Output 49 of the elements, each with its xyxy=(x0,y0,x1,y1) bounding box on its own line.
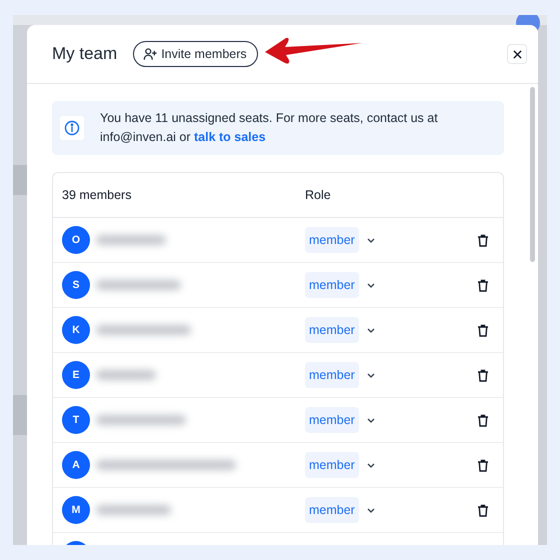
chevron-down-icon xyxy=(366,328,375,332)
trash-icon xyxy=(477,504,489,516)
member-avatar: T xyxy=(62,406,90,434)
chevron-down-icon xyxy=(366,372,375,378)
add-user-icon xyxy=(143,47,158,61)
member-avatar: K xyxy=(62,316,90,344)
chevron-down-icon xyxy=(366,462,375,468)
trash-icon xyxy=(477,368,489,382)
role-dropdown[interactable]: member xyxy=(305,452,477,478)
role-dropdown[interactable]: member xyxy=(305,272,477,298)
trash-icon xyxy=(477,324,489,336)
scroll-thumb[interactable] xyxy=(530,87,535,262)
trash-icon xyxy=(477,278,489,292)
role-dropdown[interactable]: member xyxy=(305,362,477,388)
member-avatar: A xyxy=(62,451,90,479)
role-dropdown[interactable]: member xyxy=(305,497,477,523)
role-dropdown[interactable]: member xyxy=(305,407,477,433)
trash-icon xyxy=(477,414,489,426)
trash-icon xyxy=(477,458,489,472)
delete-button[interactable] xyxy=(477,278,489,292)
dialog-title: My team xyxy=(52,44,118,64)
blurred-panel xyxy=(13,165,27,195)
chevron-down-icon xyxy=(366,418,375,422)
delete-button[interactable] xyxy=(477,504,489,516)
blurred-name xyxy=(96,235,166,245)
column-header: Role xyxy=(305,188,332,202)
member-avatar: S xyxy=(62,271,90,299)
chevron-down-icon xyxy=(366,282,375,288)
member-avatar: M xyxy=(62,496,90,524)
delete-button[interactable] xyxy=(477,234,489,246)
close-icon xyxy=(512,50,522,58)
talk-to-sales-link[interactable]: talk to sales xyxy=(194,130,266,144)
invite-members-button[interactable]: Invite members xyxy=(133,41,258,67)
trash-icon xyxy=(477,234,489,246)
member-avatar: E xyxy=(62,361,90,389)
delete-button[interactable] xyxy=(477,324,489,336)
close-button[interactable] xyxy=(507,44,527,64)
blurred-panel xyxy=(13,395,27,435)
chevron-down-icon xyxy=(366,238,375,242)
blurred-name xyxy=(96,370,156,380)
chevron-down-icon xyxy=(366,508,375,512)
member-avatar: O xyxy=(62,226,90,254)
role-dropdown[interactable]: member xyxy=(305,227,477,253)
delete-button[interactable] xyxy=(477,414,489,426)
delete-button[interactable] xyxy=(477,458,489,472)
delete-button[interactable] xyxy=(477,368,489,382)
info-message: You have 11 unassigned seats. For more seats, contact us at info@inven.ai or talk to sales xyxy=(100,110,439,146)
info-icon xyxy=(64,120,80,136)
role-dropdown[interactable]: member xyxy=(305,317,477,343)
